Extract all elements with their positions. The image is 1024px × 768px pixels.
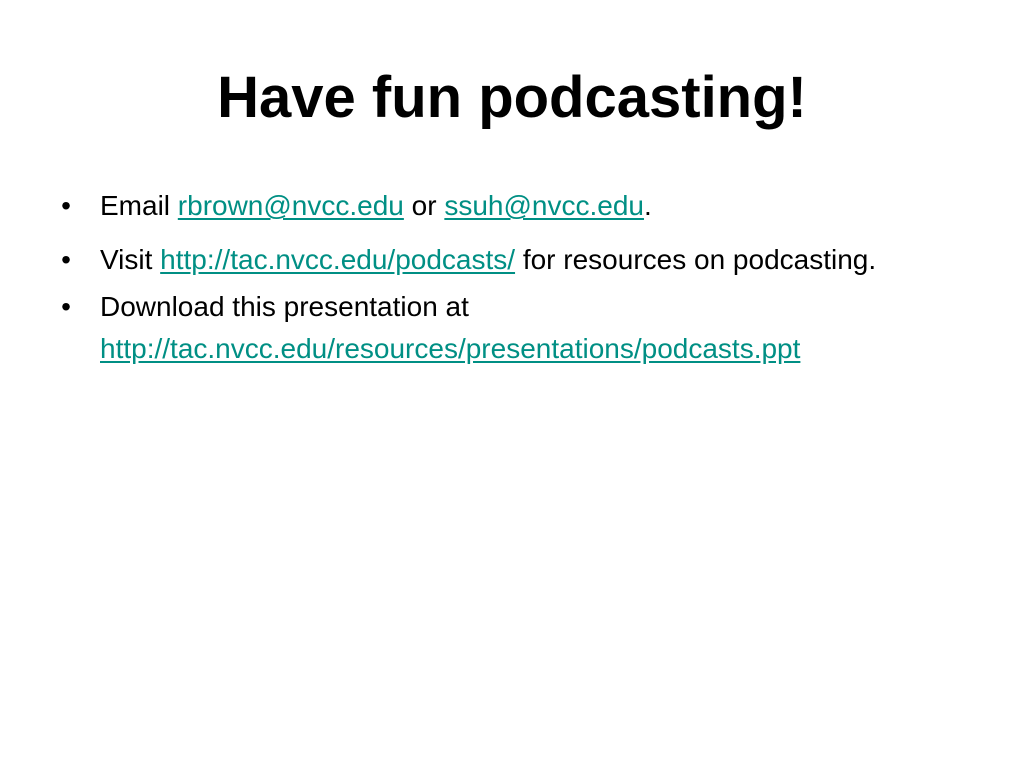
email-link-rbrown[interactable]: rbrown@nvcc.edu <box>178 190 404 221</box>
bullet-visit: • Visit http://tac.nvcc.edu/podcasts/ fo… <box>56 239 986 281</box>
bullet-text: Email <box>100 190 178 221</box>
bullet-text: . <box>643 190 652 221</box>
bullet-icon: • <box>61 244 71 275</box>
slide-title: Have fun podcasting! <box>217 65 807 130</box>
bullet-icon: • <box>61 190 71 221</box>
bullet-download: • Download this presentation at http://t… <box>56 286 986 370</box>
email-link-ssuh[interactable]: ssuh@nvcc.edu <box>444 190 644 221</box>
bullet-text: for resources on podcasting. <box>515 244 877 275</box>
slide: Have fun podcasting! • Email rbrown@nvcc… <box>0 0 1024 768</box>
bullet-email: • Email rbrown@nvcc.edu or ssuh@nvcc.edu… <box>56 185 986 227</box>
podcasts-link[interactable]: http://tac.nvcc.edu/podcasts/ <box>160 244 515 275</box>
bullet-text: Download this presentation at <box>100 291 469 322</box>
presentation-download-link[interactable]: http://tac.nvcc.edu/resources/presentati… <box>100 333 800 364</box>
bullet-text: or <box>403 190 445 221</box>
bullet-list: • Email rbrown@nvcc.edu or ssuh@nvcc.edu… <box>56 185 986 370</box>
bullet-icon: • <box>61 291 71 322</box>
bullet-text: Visit <box>100 244 161 275</box>
